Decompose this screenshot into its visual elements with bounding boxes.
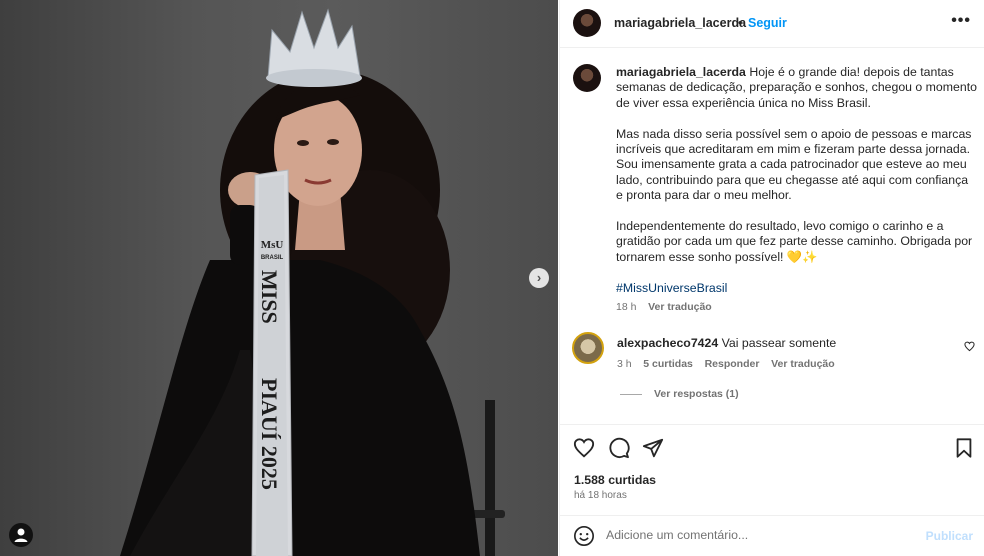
add-comment-bar: Publicar <box>560 515 984 556</box>
sash-brand-text: MsU <box>261 239 284 251</box>
caption-username[interactable]: mariagabriela_lacerda <box>616 65 746 79</box>
comment-icon[interactable] <box>608 437 630 459</box>
sash-line2-text: PIAUÍ 2025 <box>257 378 282 490</box>
comment-likes[interactable]: 5 curtidas <box>643 358 693 370</box>
portrait-illustration: MsU BRASIL MISS PIAUÍ 2025 <box>120 8 505 556</box>
commenter-avatar[interactable] <box>572 332 604 364</box>
view-replies-button[interactable]: Ver respostas (1) <box>654 388 739 400</box>
caption-paragraph-3: Independentemente do resultado, levo com… <box>616 219 973 264</box>
commenter-username[interactable]: alexpacheco7424 <box>617 336 718 350</box>
emoji-icon[interactable] <box>573 525 595 547</box>
publish-button[interactable]: Publicar <box>926 529 973 543</box>
caption-hashtag[interactable]: #MissUniverseBrasil <box>616 281 978 296</box>
caption-avatar[interactable] <box>573 64 601 92</box>
comment-input[interactable] <box>606 528 906 542</box>
comment-like-icon[interactable] <box>964 341 975 352</box>
comment-age: 3 h <box>617 358 632 370</box>
author-username[interactable]: mariagabriela_lacerda <box>614 16 746 30</box>
post-caption: mariagabriela_lacerda Hoje é o grande di… <box>616 65 978 300</box>
comment-reply-button[interactable]: Responder <box>705 358 760 370</box>
comment-text: alexpacheco7424 Vai passear somente <box>617 336 836 350</box>
share-icon[interactable] <box>642 437 664 459</box>
post-side-panel: mariagabriela_lacerda • Seguir ••• maria… <box>559 0 984 556</box>
sash-country-text: BRASIL <box>261 255 284 261</box>
post-header: mariagabriela_lacerda • Seguir ••• <box>560 0 984 48</box>
post-actions: 1.588 curtidas há 18 horas <box>560 424 984 516</box>
post-photo[interactable]: MsU BRASIL MISS PIAUÍ 2025 › <box>0 0 558 556</box>
header-separator: • <box>738 16 743 30</box>
sash-line1-text: MISS <box>257 270 282 324</box>
more-icon[interactable]: ••• <box>951 12 971 30</box>
next-arrow-icon[interactable]: › <box>529 268 549 288</box>
comment-body: Vai passear somente <box>721 336 837 350</box>
view-replies-label: Ver respostas (1) <box>654 388 739 400</box>
save-icon[interactable] <box>953 437 975 459</box>
caption-translate-link[interactable]: Ver tradução <box>648 301 712 313</box>
author-avatar[interactable] <box>573 9 601 37</box>
post-timestamp: há 18 horas <box>574 490 627 501</box>
comment-meta: 3 h 5 curtidas Responder Ver tradução <box>617 358 835 370</box>
caption-meta: 18 h Ver tradução <box>616 301 712 313</box>
caption-paragraph-2: Mas nada disso seria possível sem o apoi… <box>616 126 972 203</box>
replies-divider <box>620 394 642 395</box>
comment-translate-link[interactable]: Ver tradução <box>771 358 835 370</box>
comments-area[interactable]: mariagabriela_lacerda Hoje é o grande di… <box>560 49 984 423</box>
follow-button[interactable]: Seguir <box>748 16 787 30</box>
caption-age: 18 h <box>616 301 637 313</box>
user-tag-icon[interactable] <box>9 523 33 547</box>
likes-count[interactable]: 1.588 curtidas <box>574 473 656 487</box>
heart-icon[interactable] <box>573 437 595 459</box>
